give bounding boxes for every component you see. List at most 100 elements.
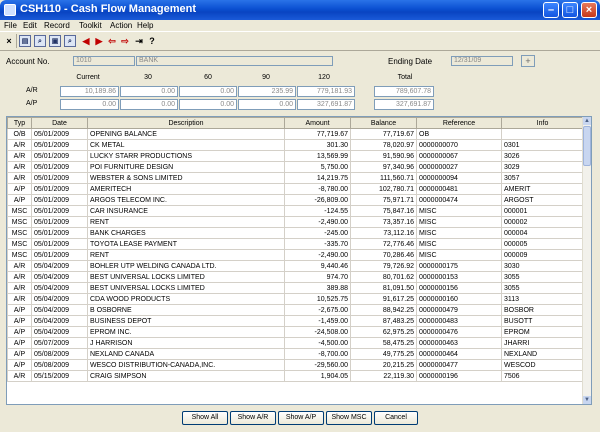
print-icon[interactable]: ▤ xyxy=(19,35,31,47)
close-button[interactable]: × xyxy=(581,2,597,18)
table-row[interactable]: MSC 05/01/2009 BANK CHARGES -245.00 73,112.1… xyxy=(7,227,584,239)
cell-description: CAR INSURANCE xyxy=(87,205,285,217)
menu-action[interactable]: Action xyxy=(110,21,132,30)
cell-description: BOHLER UTP WELDING CANADA LTD. xyxy=(87,260,285,272)
cell-amount: 5,750.00 xyxy=(284,161,351,173)
arrow-right-icon[interactable]: ⇨ xyxy=(119,35,131,47)
prev-icon[interactable]: ◀ xyxy=(80,35,92,47)
transactions-grid[interactable]: Typ Date Description Amount Balance Reference… xyxy=(6,116,592,405)
cell-amount: 301.30 xyxy=(284,139,351,151)
cell-reference: 0000000474 xyxy=(416,194,502,206)
menu-file[interactable]: File xyxy=(4,21,17,30)
column-header-typ[interactable]: Typ xyxy=(7,117,32,129)
cell-reference: 0000000027 xyxy=(416,161,502,173)
cell-description: NEXLAND CANADA xyxy=(87,348,285,360)
calendar-icon[interactable]: + xyxy=(521,55,535,67)
cell-description: RENT xyxy=(87,249,285,261)
cell-date: 05/04/2009 xyxy=(31,293,88,305)
cell-balance: 91,617.25 xyxy=(350,293,417,305)
cell-description: WEBSTER & SONS LIMITED xyxy=(87,172,285,184)
menu-record[interactable]: Record xyxy=(44,21,70,30)
table-row[interactable]: A/P 05/04/2009 BUSINESS DEPOT -1,459.00 87,4… xyxy=(7,315,584,327)
scroll-down-icon[interactable]: ▼ xyxy=(583,396,591,404)
cell-balance: 49,775.25 xyxy=(350,348,417,360)
cell-info: 0301 xyxy=(501,139,584,151)
cell-balance: 111,560.71 xyxy=(350,172,417,184)
column-header-date[interactable]: Date xyxy=(31,117,88,129)
table-row[interactable]: MSC 05/01/2009 TOYOTA LEASE PAYMENT -335.70… xyxy=(7,238,584,250)
ending-date-field[interactable]: 12/31/09 xyxy=(451,56,513,66)
show-all-button[interactable]: Show All xyxy=(182,411,228,425)
cell-typ: A/R xyxy=(7,150,32,162)
maximize-button[interactable]: □ xyxy=(562,2,578,18)
table-row[interactable]: A/R 05/04/2009 CDA WOOD PRODUCTS 10,525.75 9… xyxy=(7,293,584,305)
arrow-left-icon[interactable]: ⇦ xyxy=(106,35,118,47)
cell-description: POI FURNITURE DESIGN xyxy=(87,161,285,173)
cell-typ: A/R xyxy=(7,293,32,305)
cell-balance: 70,286.46 xyxy=(350,249,417,261)
show-ar-button[interactable]: Show A/R xyxy=(230,411,276,425)
table-row[interactable]: MSC 05/01/2009 RENT -2,490.00 70,286.46 MISC 0… xyxy=(7,249,584,261)
show-ap-button[interactable]: Show A/P xyxy=(278,411,324,425)
column-header-info[interactable]: Info xyxy=(501,117,584,129)
cell-amount: -8,700.00 xyxy=(284,348,351,360)
table-row[interactable]: A/R 05/01/2009 LUCKY STARR PRODUCTIONS 13,5… xyxy=(7,150,584,162)
vertical-scrollbar[interactable]: ▲ ▼ xyxy=(582,117,591,404)
help-icon[interactable]: ? xyxy=(146,35,158,47)
column-header-reference[interactable]: Reference xyxy=(416,117,502,129)
menu-toolkit[interactable]: Toolkit xyxy=(79,21,102,30)
cell-amount: 974.70 xyxy=(284,271,351,283)
find-icon[interactable]: ⌕ xyxy=(64,35,76,47)
table-row[interactable]: A/P 05/04/2009 EPROM INC. -24,508.00 62,975.… xyxy=(7,326,584,338)
cell-description: OPENING BALANCE xyxy=(87,128,285,140)
cell-reference: 0000000483 xyxy=(416,315,502,327)
next-icon[interactable]: ▶ xyxy=(93,35,105,47)
cell-balance: 80,701.62 xyxy=(350,271,417,283)
column-header-description[interactable]: Description xyxy=(87,117,285,129)
cell-reference: 0000000070 xyxy=(416,139,502,151)
table-row[interactable]: A/R 05/01/2009 WEBSTER & SONS LIMITED 14,21… xyxy=(7,172,584,184)
scroll-thumb[interactable] xyxy=(583,126,591,166)
account-number-field[interactable]: 1010 xyxy=(73,56,135,66)
table-row[interactable]: MSC 05/01/2009 CAR INSURANCE -124.55 75,847.… xyxy=(7,205,584,217)
view-icon[interactable]: ▣ xyxy=(49,35,61,47)
ar-60: 0.00 xyxy=(179,86,237,97)
table-row[interactable]: A/R 05/01/2009 CK METAL 301.30 78,020.97 0000… xyxy=(7,139,584,151)
scroll-up-icon[interactable]: ▲ xyxy=(583,117,591,125)
table-row[interactable]: A/P 05/01/2009 ARGOS TELECOM INC. -26,809.0… xyxy=(7,194,584,206)
cancel-button[interactable]: Cancel xyxy=(374,411,418,425)
cell-reference: 0000000196 xyxy=(416,370,502,382)
cell-balance: 72,776.46 xyxy=(350,238,417,250)
export-icon[interactable]: ⇥ xyxy=(133,35,145,47)
table-row[interactable]: A/R 05/04/2009 BOHLER UTP WELDING CANADA L… xyxy=(7,260,584,272)
column-header-amount[interactable]: Amount xyxy=(284,117,351,129)
cell-balance: 58,475.25 xyxy=(350,337,417,349)
close-x-icon[interactable]: × xyxy=(3,35,15,47)
column-header-balance[interactable]: Balance xyxy=(350,117,417,129)
table-row[interactable]: A/P 05/08/2009 NEXLAND CANADA -8,700.00 49,7… xyxy=(7,348,584,360)
show-msc-button[interactable]: Show MSC xyxy=(326,411,372,425)
table-row[interactable]: A/R 05/01/2009 POI FURNITURE DESIGN 5,750.0… xyxy=(7,161,584,173)
table-row[interactable]: A/R 05/04/2009 BEST UNIVERSAL LOCKS LIMITE… xyxy=(7,282,584,294)
cell-amount: -26,809.00 xyxy=(284,194,351,206)
menu-help[interactable]: Help xyxy=(137,21,153,30)
table-row[interactable]: A/R 05/15/2009 CRAIG SIMPSON 1,904.05 22,119… xyxy=(7,370,584,382)
cell-date: 05/15/2009 xyxy=(31,370,88,382)
table-row[interactable]: MSC 05/01/2009 RENT -2,490.00 73,357.16 MISC 0… xyxy=(7,216,584,228)
table-row[interactable]: A/P 05/08/2009 WESCO DISTRIBUTION-CANADA,I… xyxy=(7,359,584,371)
table-row[interactable]: A/P 05/01/2009 AMERITECH -8,780.00 102,780.7… xyxy=(7,183,584,195)
table-row[interactable]: A/P 05/07/2009 J HARRISON -4,500.00 58,475.2… xyxy=(7,337,584,349)
cell-info: 000009 xyxy=(501,249,584,261)
menu-edit[interactable]: Edit xyxy=(23,21,37,30)
table-row[interactable]: A/R 05/04/2009 BEST UNIVERSAL LOCKS LIMITE… xyxy=(7,271,584,283)
cell-balance: 97,340.96 xyxy=(350,161,417,173)
cell-description: EPROM INC. xyxy=(87,326,285,338)
minimize-button[interactable]: – xyxy=(543,2,559,18)
ap-30: 0.00 xyxy=(120,99,178,110)
search-icon[interactable]: ⌕ xyxy=(34,35,46,47)
table-header-row: Typ Date Description Amount Balance Reference… xyxy=(7,117,584,129)
cell-info: AMERIT xyxy=(501,183,584,195)
table-row[interactable]: O/B 05/01/2009 OPENING BALANCE 77,719.67 77,… xyxy=(7,128,584,140)
cell-info: 7506 xyxy=(501,370,584,382)
table-row[interactable]: A/P 05/04/2009 B OSBORNE -2,675.00 88,942.25… xyxy=(7,304,584,316)
